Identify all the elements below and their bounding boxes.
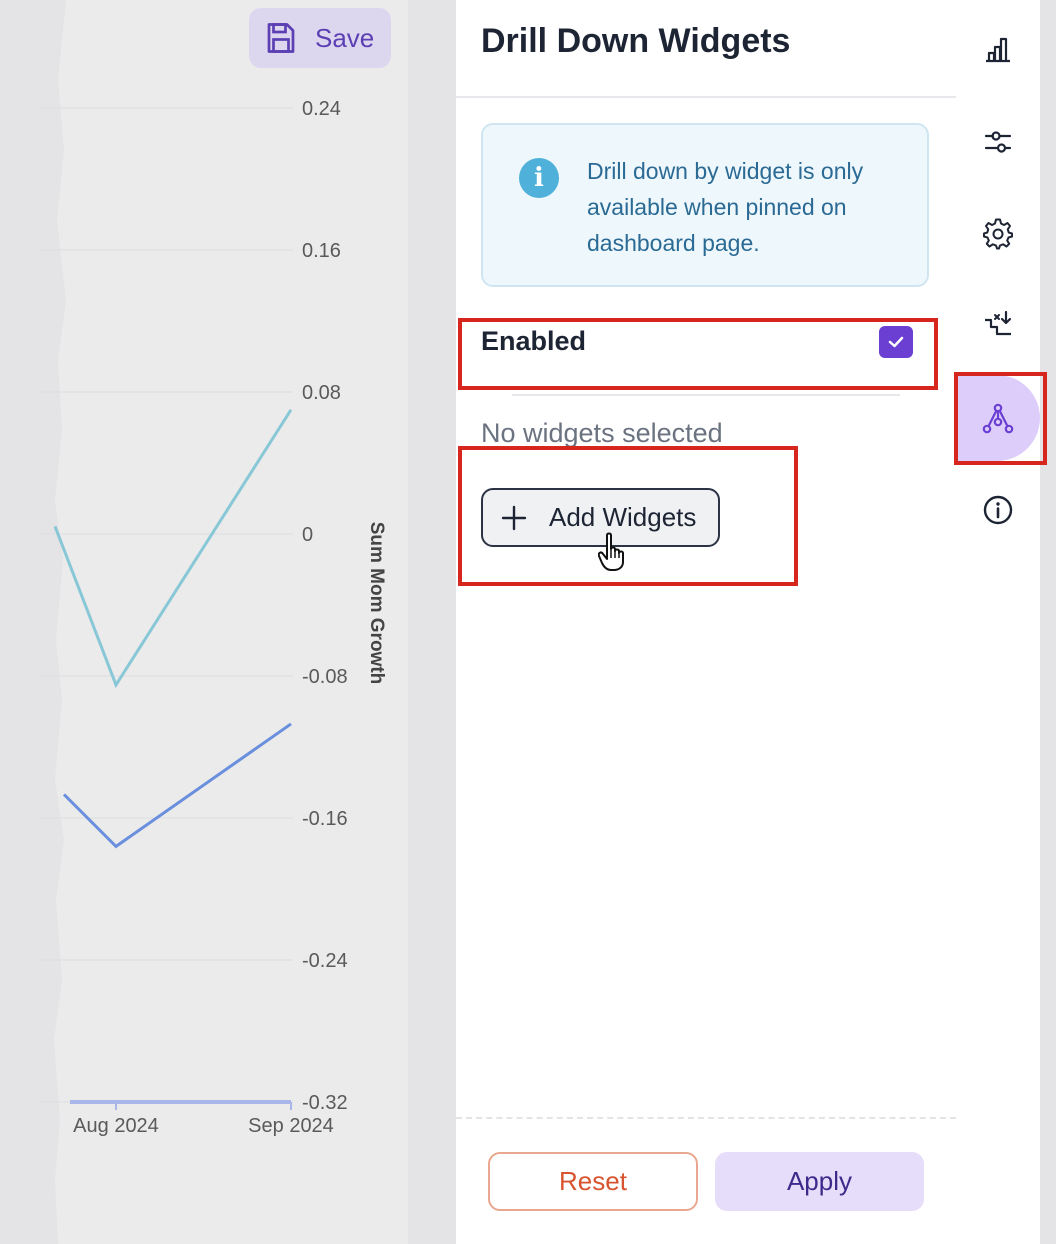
bar-chart-icon [986,37,1010,63]
sliders-icon [984,131,1012,153]
y-tick-label: -0.24 [302,950,348,972]
drill-down-arrow-icon [985,310,1012,336]
hand-cursor-icon [598,532,624,571]
footer-divider [456,1117,956,1119]
x-tick-label: Sep 2024 [248,1115,334,1137]
divider [512,394,900,396]
drill-down-widgets-button[interactable] [976,397,1020,441]
reset-button[interactable]: Reset [488,1152,698,1211]
chart-panel: 0.24 0.16 0.08 0 -0.08 -0.16 -0.24 -0.32 Aug 20… [0,0,456,1244]
window-edge [1040,0,1056,1244]
add-widgets-label: Add Widgets [549,502,697,532]
line-chart: 0.24 0.16 0.08 0 -0.08 -0.16 -0.24 -0.32 Aug 20… [40,0,408,1244]
y-tick-label: 0.08 [302,382,341,404]
torn-edge-background [54,0,408,1244]
save-button[interactable]: Save [249,8,391,68]
drill-down-drawer: Drill Down Widgets i Drill down by widge… [456,0,956,1244]
info-text: Drill down by widget is only available w… [587,158,864,256]
y-tick-label: 0.16 [302,240,341,262]
tree-hierarchy-icon [982,403,1014,434]
save-label: Save [315,22,375,53]
drill-down-button[interactable] [976,303,1020,347]
info-button[interactable] [976,488,1020,532]
chart-type-button[interactable] [976,27,1020,71]
divider [456,96,956,98]
settings-button[interactable] [976,212,1020,256]
gear-icon [983,218,1013,250]
y-tick-label: -0.32 [302,1092,348,1114]
enabled-label: Enabled [481,326,587,356]
floppy-disk-icon [267,23,295,53]
empty-state-text: No widgets selected [481,418,723,448]
checkmark-icon [888,336,904,348]
right-toolbar [956,0,1040,1244]
apply-button[interactable]: Apply [715,1152,924,1211]
plus-icon [501,505,527,530]
drawer-title: Drill Down Widgets [481,22,791,60]
filters-button[interactable] [976,120,1020,164]
y-tick-label: -0.16 [302,808,348,830]
info-icon: i [519,158,559,198]
y-axis-label: Sum Mom Growth [366,522,387,685]
info-banner: i Drill down by widget is only available… [481,123,929,287]
y-tick-label: 0 [302,524,313,546]
y-tick-label: -0.08 [302,666,348,688]
info-circle-icon [983,495,1013,525]
enabled-checkbox[interactable] [879,326,913,358]
x-tick-label: Aug 2024 [73,1115,159,1137]
y-tick-label: 0.24 [302,98,341,120]
